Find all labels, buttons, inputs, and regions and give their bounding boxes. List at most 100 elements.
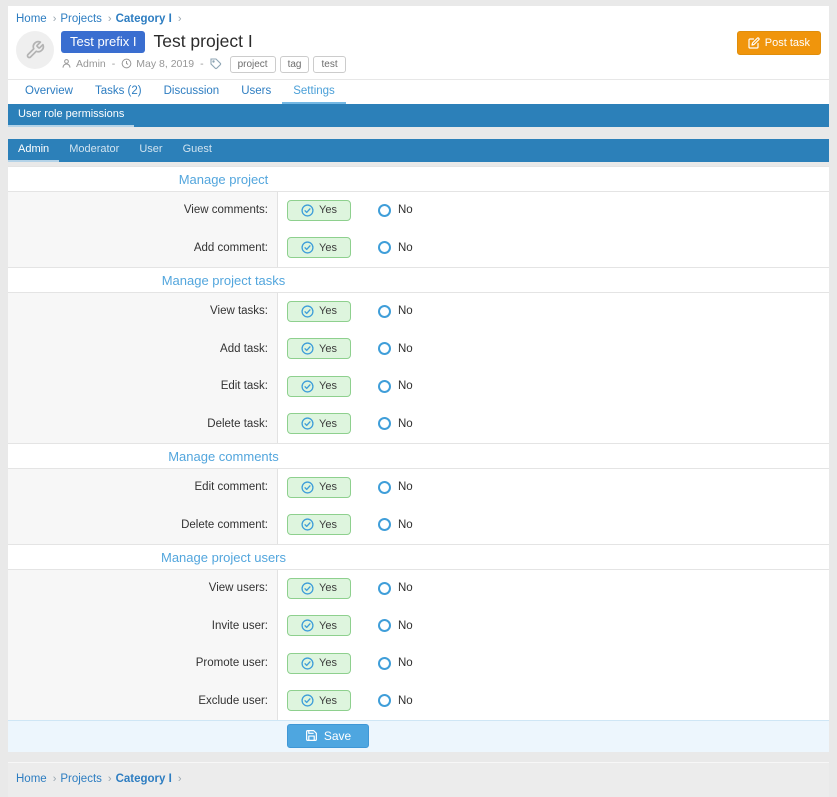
yes-option-button[interactable]: Yes	[287, 237, 351, 259]
role-tab-moderator[interactable]: Moderator	[59, 139, 129, 162]
post-task-label: Post task	[764, 37, 810, 49]
tag-badge-test[interactable]: test	[313, 55, 346, 73]
settings-panel-title-bar: User role permissions	[8, 103, 829, 127]
permission-controls: Yes No	[278, 469, 829, 507]
no-option-radio[interactable]: No	[378, 304, 413, 318]
no-option-radio[interactable]: No	[378, 379, 413, 393]
yes-option-button[interactable]: Yes	[287, 413, 351, 435]
radio-circle-icon	[378, 694, 391, 708]
permission-row: View comments: Yes No	[8, 191, 829, 230]
project-prefix-badge[interactable]: Test prefix I	[61, 31, 146, 53]
post-task-button[interactable]: Post task	[736, 31, 821, 55]
yes-option-button[interactable]: Yes	[287, 577, 351, 599]
section-title: Manage comments	[168, 448, 279, 464]
check-circle-icon	[301, 417, 314, 430]
wrench-icon	[26, 40, 45, 59]
permission-row: View users: Yes No	[8, 569, 829, 608]
tab-overview[interactable]: Overview	[14, 80, 84, 104]
breadcrumb-link-home[interactable]: Home	[16, 773, 47, 785]
yes-label: Yes	[319, 342, 337, 355]
no-option-radio[interactable]: No	[378, 518, 413, 532]
tab-tasks-2[interactable]: Tasks (2)	[84, 80, 153, 104]
no-label: No	[398, 694, 413, 707]
breadcrumb-link-home[interactable]: Home	[16, 13, 47, 25]
role-tab-guest[interactable]: Guest	[173, 139, 222, 162]
person-icon	[62, 59, 71, 68]
breadcrumb-link-category-i[interactable]: Category I	[116, 13, 172, 25]
permission-row: Edit task: Yes No	[8, 367, 829, 406]
no-option-radio[interactable]: No	[378, 619, 413, 633]
breadcrumb-link-category-i[interactable]: Category I	[116, 773, 172, 785]
yes-label: Yes	[319, 380, 337, 393]
yes-label: Yes	[319, 417, 337, 430]
tab-user-role-permissions[interactable]: User role permissions	[8, 104, 135, 127]
permission-row: Delete task: Yes No	[8, 405, 829, 443]
yes-option-button[interactable]: Yes	[287, 476, 351, 498]
permission-label: Edit comment:	[8, 468, 278, 507]
check-circle-icon	[301, 342, 314, 355]
no-option-radio[interactable]: No	[378, 203, 413, 217]
permission-row: View tasks: Yes No	[8, 292, 829, 331]
save-button[interactable]: Save	[287, 723, 369, 748]
role-tab-user[interactable]: User	[129, 139, 172, 162]
date-label: May 8, 2019	[136, 57, 195, 70]
no-option-radio[interactable]: No	[378, 694, 413, 708]
permission-row: Promote user: Yes No	[8, 644, 829, 683]
check-circle-icon	[301, 657, 314, 670]
chevron-right-icon: ›	[52, 13, 57, 25]
no-option-radio[interactable]: No	[378, 656, 413, 670]
permissions-table: Manage project View comments: Yes No Add com…	[8, 165, 829, 720]
permission-controls: Yes No	[278, 293, 829, 331]
permission-label: View users:	[8, 569, 278, 608]
permission-controls: Yes No	[278, 645, 829, 683]
no-option-radio[interactable]: No	[378, 241, 413, 255]
footer-breadcrumb: Home › Projects › Category I ›	[16, 773, 821, 785]
no-label: No	[398, 204, 413, 217]
project-avatar	[16, 31, 54, 69]
yes-option-button[interactable]: Yes	[287, 652, 351, 674]
section-title: Manage project users	[161, 549, 287, 565]
no-label: No	[398, 342, 413, 355]
tab-settings[interactable]: Settings	[282, 80, 346, 104]
no-option-radio[interactable]: No	[378, 417, 413, 431]
author-label: Admin	[76, 57, 106, 70]
no-option-radio[interactable]: No	[378, 342, 413, 356]
check-circle-icon	[301, 619, 314, 632]
check-circle-icon	[301, 380, 314, 393]
chevron-right-icon: ›	[107, 13, 112, 25]
tab-discussion[interactable]: Discussion	[153, 80, 231, 104]
section-heading: Manage comments	[8, 442, 829, 469]
yes-option-button[interactable]: Yes	[287, 690, 351, 712]
yes-option-button[interactable]: Yes	[287, 514, 351, 536]
yes-option-button[interactable]: Yes	[287, 338, 351, 360]
check-circle-icon	[301, 518, 314, 531]
no-option-radio[interactable]: No	[378, 581, 413, 595]
permission-label: Add comment:	[8, 229, 278, 267]
role-tab-admin[interactable]: Admin	[8, 139, 60, 162]
tag-icon	[210, 58, 221, 69]
radio-circle-icon	[378, 518, 391, 532]
breadcrumb: Home › Projects › Category I ›	[8, 6, 829, 28]
tag-badge-project[interactable]: project	[229, 55, 276, 73]
yes-option-button[interactable]: Yes	[287, 615, 351, 637]
chevron-right-icon: ›	[52, 772, 57, 785]
tag-list: project tag test	[226, 55, 346, 73]
tab-users[interactable]: Users	[230, 80, 282, 104]
no-option-radio[interactable]: No	[378, 480, 413, 494]
radio-circle-icon	[378, 581, 391, 595]
project-title-block: Test prefix I Test project I Admin - May…	[61, 31, 737, 73]
permission-row: Add task: Yes No	[8, 330, 829, 368]
yes-option-button[interactable]: Yes	[287, 300, 351, 322]
floppy-disk-icon	[305, 730, 317, 742]
permission-controls: Yes No	[278, 330, 829, 368]
permission-controls: Yes No	[278, 192, 829, 230]
no-label: No	[398, 518, 413, 531]
permission-label: Edit task:	[8, 367, 278, 406]
breadcrumb-link-projects[interactable]: Projects	[60, 13, 102, 25]
yes-option-button[interactable]: Yes	[287, 375, 351, 397]
tag-badge-tag[interactable]: tag	[279, 55, 310, 73]
check-circle-icon	[301, 305, 314, 318]
breadcrumb-link-projects[interactable]: Projects	[60, 773, 102, 785]
yes-option-button[interactable]: Yes	[287, 199, 351, 221]
project-header: Test prefix I Test project I Admin - May…	[8, 28, 829, 79]
